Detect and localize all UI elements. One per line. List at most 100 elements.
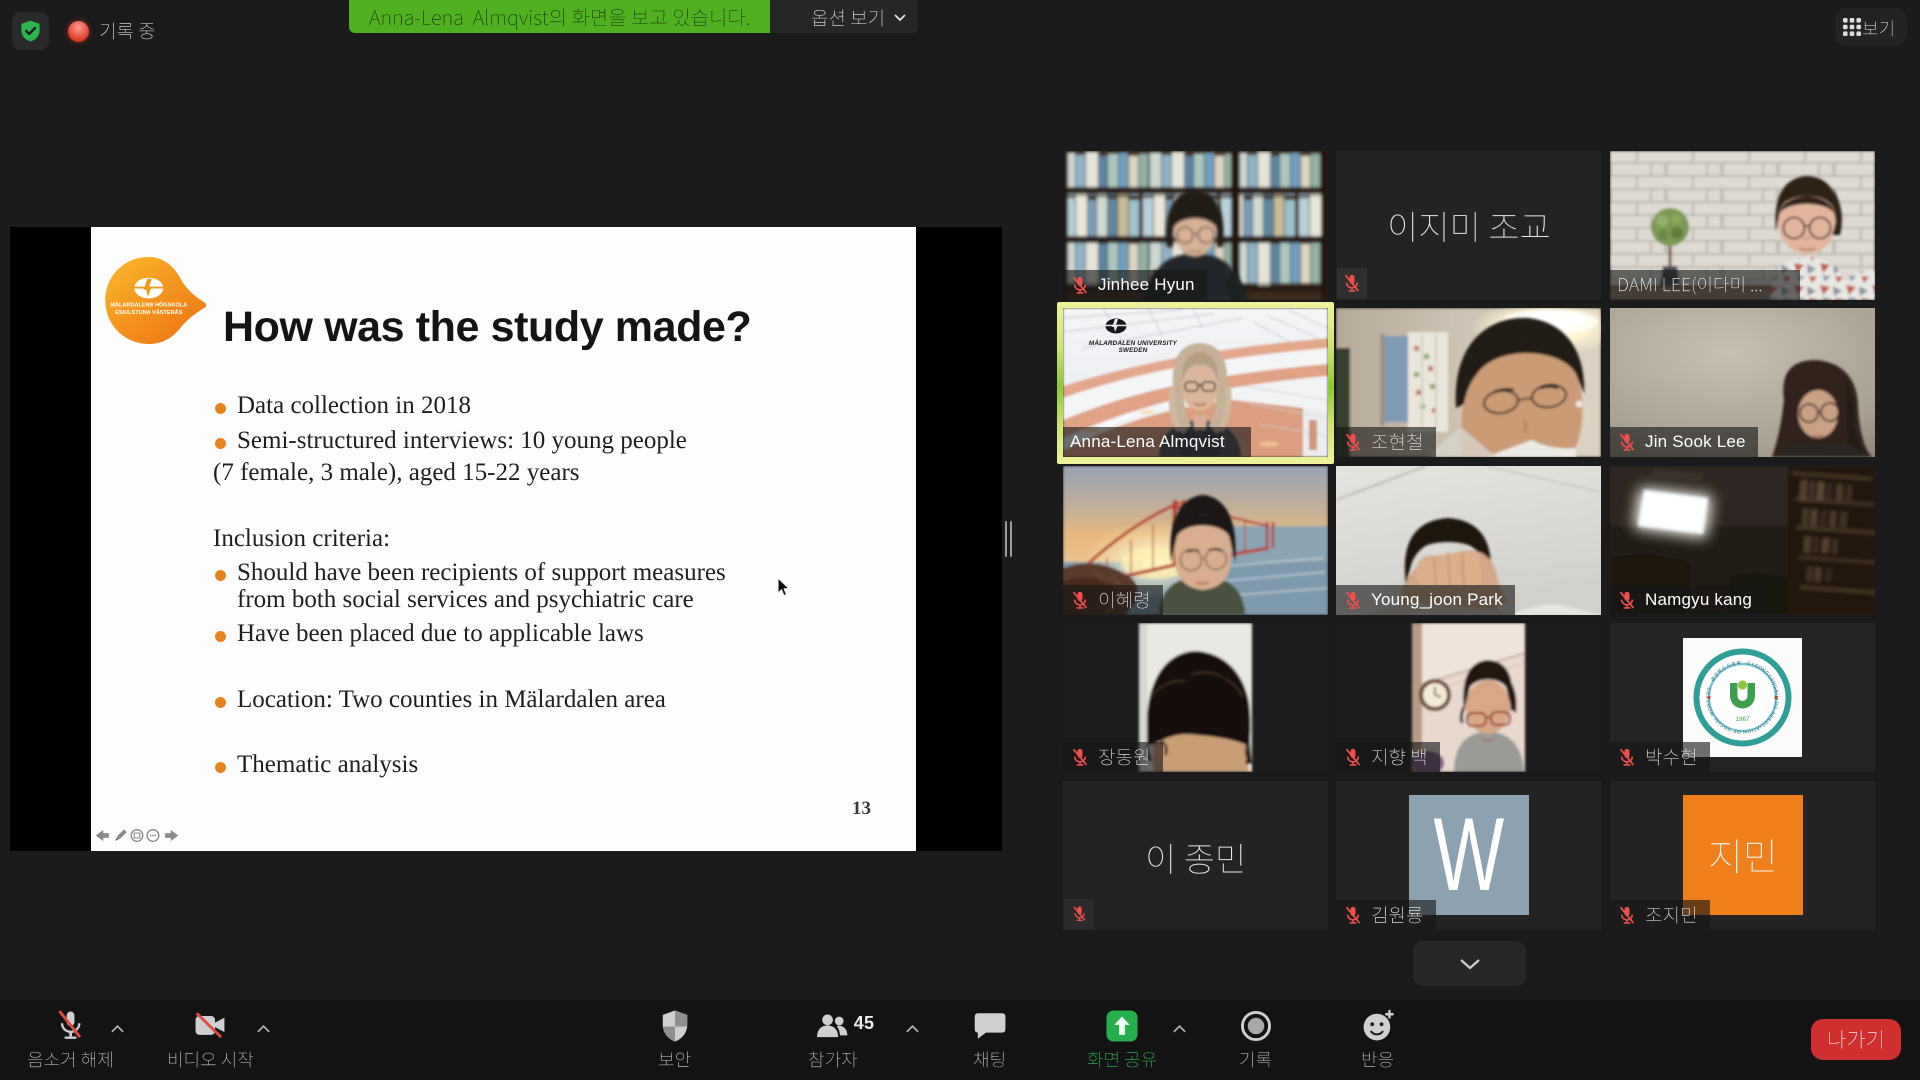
mdh-logo-glyph bbox=[1101, 316, 1131, 338]
muted-mic-icon bbox=[1070, 275, 1090, 295]
slideshow-nav-toolbar[interactable] bbox=[94, 828, 180, 843]
submenu-chevron-up[interactable] bbox=[905, 1024, 920, 1034]
muted-mic-icon bbox=[1617, 590, 1637, 610]
bullet-dot bbox=[215, 403, 226, 414]
slide-text-line: Have been placed due to applicable laws bbox=[237, 620, 644, 648]
video-off-icon bbox=[190, 1006, 230, 1046]
chevron-down-icon bbox=[1459, 958, 1481, 970]
next-slide-icon bbox=[165, 830, 178, 841]
video-tile-dami-lee[interactable] bbox=[1610, 151, 1875, 300]
video-tile-anna-lena-almqvist[interactable]: MÄLARDALEN UNIVERSITYSWEDENAnna-Lena Alm… bbox=[1057, 302, 1334, 464]
toolbar-button-security[interactable] bbox=[605, 1006, 745, 1074]
video-tile-namgyu-kang[interactable]: Namgyu kang bbox=[1610, 466, 1875, 615]
text-name_jojimin bbox=[1645, 902, 1698, 928]
view-button[interactable] bbox=[1835, 8, 1907, 46]
text-name_jangdw bbox=[1098, 744, 1151, 770]
name-label-namgyu: Namgyu kang bbox=[1610, 585, 1764, 615]
text-name_johc bbox=[1371, 429, 1424, 455]
submenu-chevron-up[interactable] bbox=[256, 1024, 271, 1034]
video-tile-jo-jimin[interactable] bbox=[1610, 781, 1875, 930]
leave-button[interactable] bbox=[1811, 1019, 1901, 1060]
submenu-chevron-up[interactable] bbox=[1172, 1024, 1187, 1034]
toolbar-button-participants[interactable]: 45 bbox=[763, 1006, 903, 1074]
more-options-icon bbox=[147, 830, 159, 842]
muted-mic-badge bbox=[1064, 899, 1094, 929]
bullet-dot bbox=[215, 438, 226, 449]
toolbar-button-unmute[interactable] bbox=[0, 1006, 140, 1074]
muted-mic-icon bbox=[1343, 905, 1363, 925]
name-label-jojimin bbox=[1610, 900, 1710, 930]
muted-mic-icon bbox=[1343, 747, 1363, 767]
toolbar-button-reactions[interactable] bbox=[1308, 1006, 1448, 1074]
chat-icon bbox=[970, 1006, 1010, 1046]
prev-slide-icon bbox=[96, 830, 109, 841]
text-name_ijongmin bbox=[1145, 836, 1247, 882]
video-tile-jo-hyuncheol[interactable] bbox=[1336, 308, 1601, 457]
video-tile-jihyang-baek[interactable] bbox=[1336, 623, 1601, 772]
chevron-down-icon bbox=[893, 13, 907, 22]
bullet-dot bbox=[215, 570, 226, 581]
toolbar-button-share-screen[interactable] bbox=[1052, 1006, 1192, 1074]
slide-page-number: 13 bbox=[829, 798, 871, 820]
video-tile-young-joon-park[interactable]: Young_joon Park bbox=[1336, 466, 1601, 615]
mic-muted-icon bbox=[50, 1006, 90, 1046]
banner-options-button[interactable] bbox=[770, 0, 918, 33]
muted-mic-icon bbox=[1070, 590, 1090, 610]
reactions-icon bbox=[1358, 1006, 1398, 1046]
text-tb_leave bbox=[1827, 1025, 1885, 1054]
slide-text-line: (7 female, 3 male), aged 15-22 years bbox=[213, 459, 580, 487]
slide-title: How was the study made? bbox=[223, 303, 751, 352]
security-shield-icon bbox=[655, 1006, 695, 1046]
text-name_parksh bbox=[1645, 744, 1698, 770]
slide-text-line: Semi-structured interviews: 10 young peo… bbox=[237, 427, 687, 455]
toolbar-button-start-video[interactable] bbox=[140, 1006, 280, 1074]
name-label-leehr bbox=[1063, 585, 1163, 615]
video-tile-jinhee-hyun[interactable]: Jinhee Hyun bbox=[1063, 151, 1328, 300]
slide-text-line: Data collection in 2018 bbox=[237, 392, 471, 420]
submenu-chevron-up[interactable] bbox=[110, 1024, 125, 1034]
text-tb_mute bbox=[27, 1047, 114, 1072]
text-name_leehr bbox=[1098, 587, 1151, 613]
green-shield-check-icon bbox=[19, 19, 42, 43]
video-tile-park-suhyun[interactable]: GYEONGSANGBUKDO ASSOCIATION OF SOCIAL WO… bbox=[1610, 623, 1875, 772]
video-tile-jang-dongwon[interactable] bbox=[1063, 623, 1328, 772]
grid-view-icon bbox=[1843, 18, 1861, 36]
text-tb_chat bbox=[973, 1047, 1007, 1072]
name-label-yjpark: Young_joon Park bbox=[1336, 585, 1515, 615]
pen-icon bbox=[115, 829, 126, 840]
security-status-button[interactable] bbox=[12, 12, 49, 50]
name-label-jinhee: Jinhee Hyun bbox=[1063, 270, 1207, 300]
toolbar-button-chat[interactable] bbox=[920, 1006, 1060, 1074]
name-label-jinsook: Jin Sook Lee bbox=[1610, 427, 1758, 457]
name-label-dami bbox=[1610, 270, 1800, 300]
muted-mic-icon bbox=[1342, 273, 1362, 293]
text-tb_video bbox=[167, 1047, 254, 1072]
screen-share-banner bbox=[349, 0, 918, 33]
text-name_jihyang bbox=[1371, 744, 1428, 770]
video-tile-lee-jongmin[interactable] bbox=[1063, 781, 1328, 930]
name-label-anna: Anna-Lena Almqvist bbox=[1063, 427, 1251, 457]
text-banner_text bbox=[369, 4, 751, 31]
name-label-parksh bbox=[1610, 742, 1710, 772]
bullet-dot bbox=[215, 631, 226, 642]
svg-text:ESKILSTUNA VÄSTERÅS: ESKILSTUNA VÄSTERÅS bbox=[115, 309, 183, 316]
video-tile-lee-hyeryeong[interactable] bbox=[1063, 466, 1328, 615]
shared-screen-viewport: MÄLARDALENS HÖGSKOLA ESKILSTUNA VÄSTERÅS… bbox=[10, 227, 1002, 851]
text-name_ijimi bbox=[1387, 204, 1551, 250]
name-label-johc bbox=[1336, 427, 1436, 457]
toolbar-button-record[interactable] bbox=[1186, 1006, 1326, 1074]
meeting-toolbar: 45 bbox=[0, 1000, 1920, 1080]
slide-text-line: Inclusion criteria: bbox=[213, 525, 390, 553]
video-tile-kim-wonryong[interactable]: W bbox=[1336, 781, 1601, 930]
text-rec_label bbox=[99, 18, 156, 44]
text-avatar_jimin bbox=[1708, 831, 1778, 882]
name-label-kimwr bbox=[1336, 900, 1436, 930]
video-tile-lee-jimi-assistant[interactable] bbox=[1336, 151, 1601, 300]
text-name_dami bbox=[1617, 272, 1763, 297]
slide-text-line: Thematic analysis bbox=[237, 751, 418, 779]
panel-resize-handle[interactable] bbox=[1005, 521, 1013, 557]
gallery-more-button[interactable] bbox=[1413, 941, 1526, 986]
text-tb_participants bbox=[808, 1047, 858, 1072]
video-tile-jin-sook-lee[interactable]: Jin Sook Lee bbox=[1610, 308, 1875, 457]
avatar-jimin bbox=[1683, 795, 1803, 915]
